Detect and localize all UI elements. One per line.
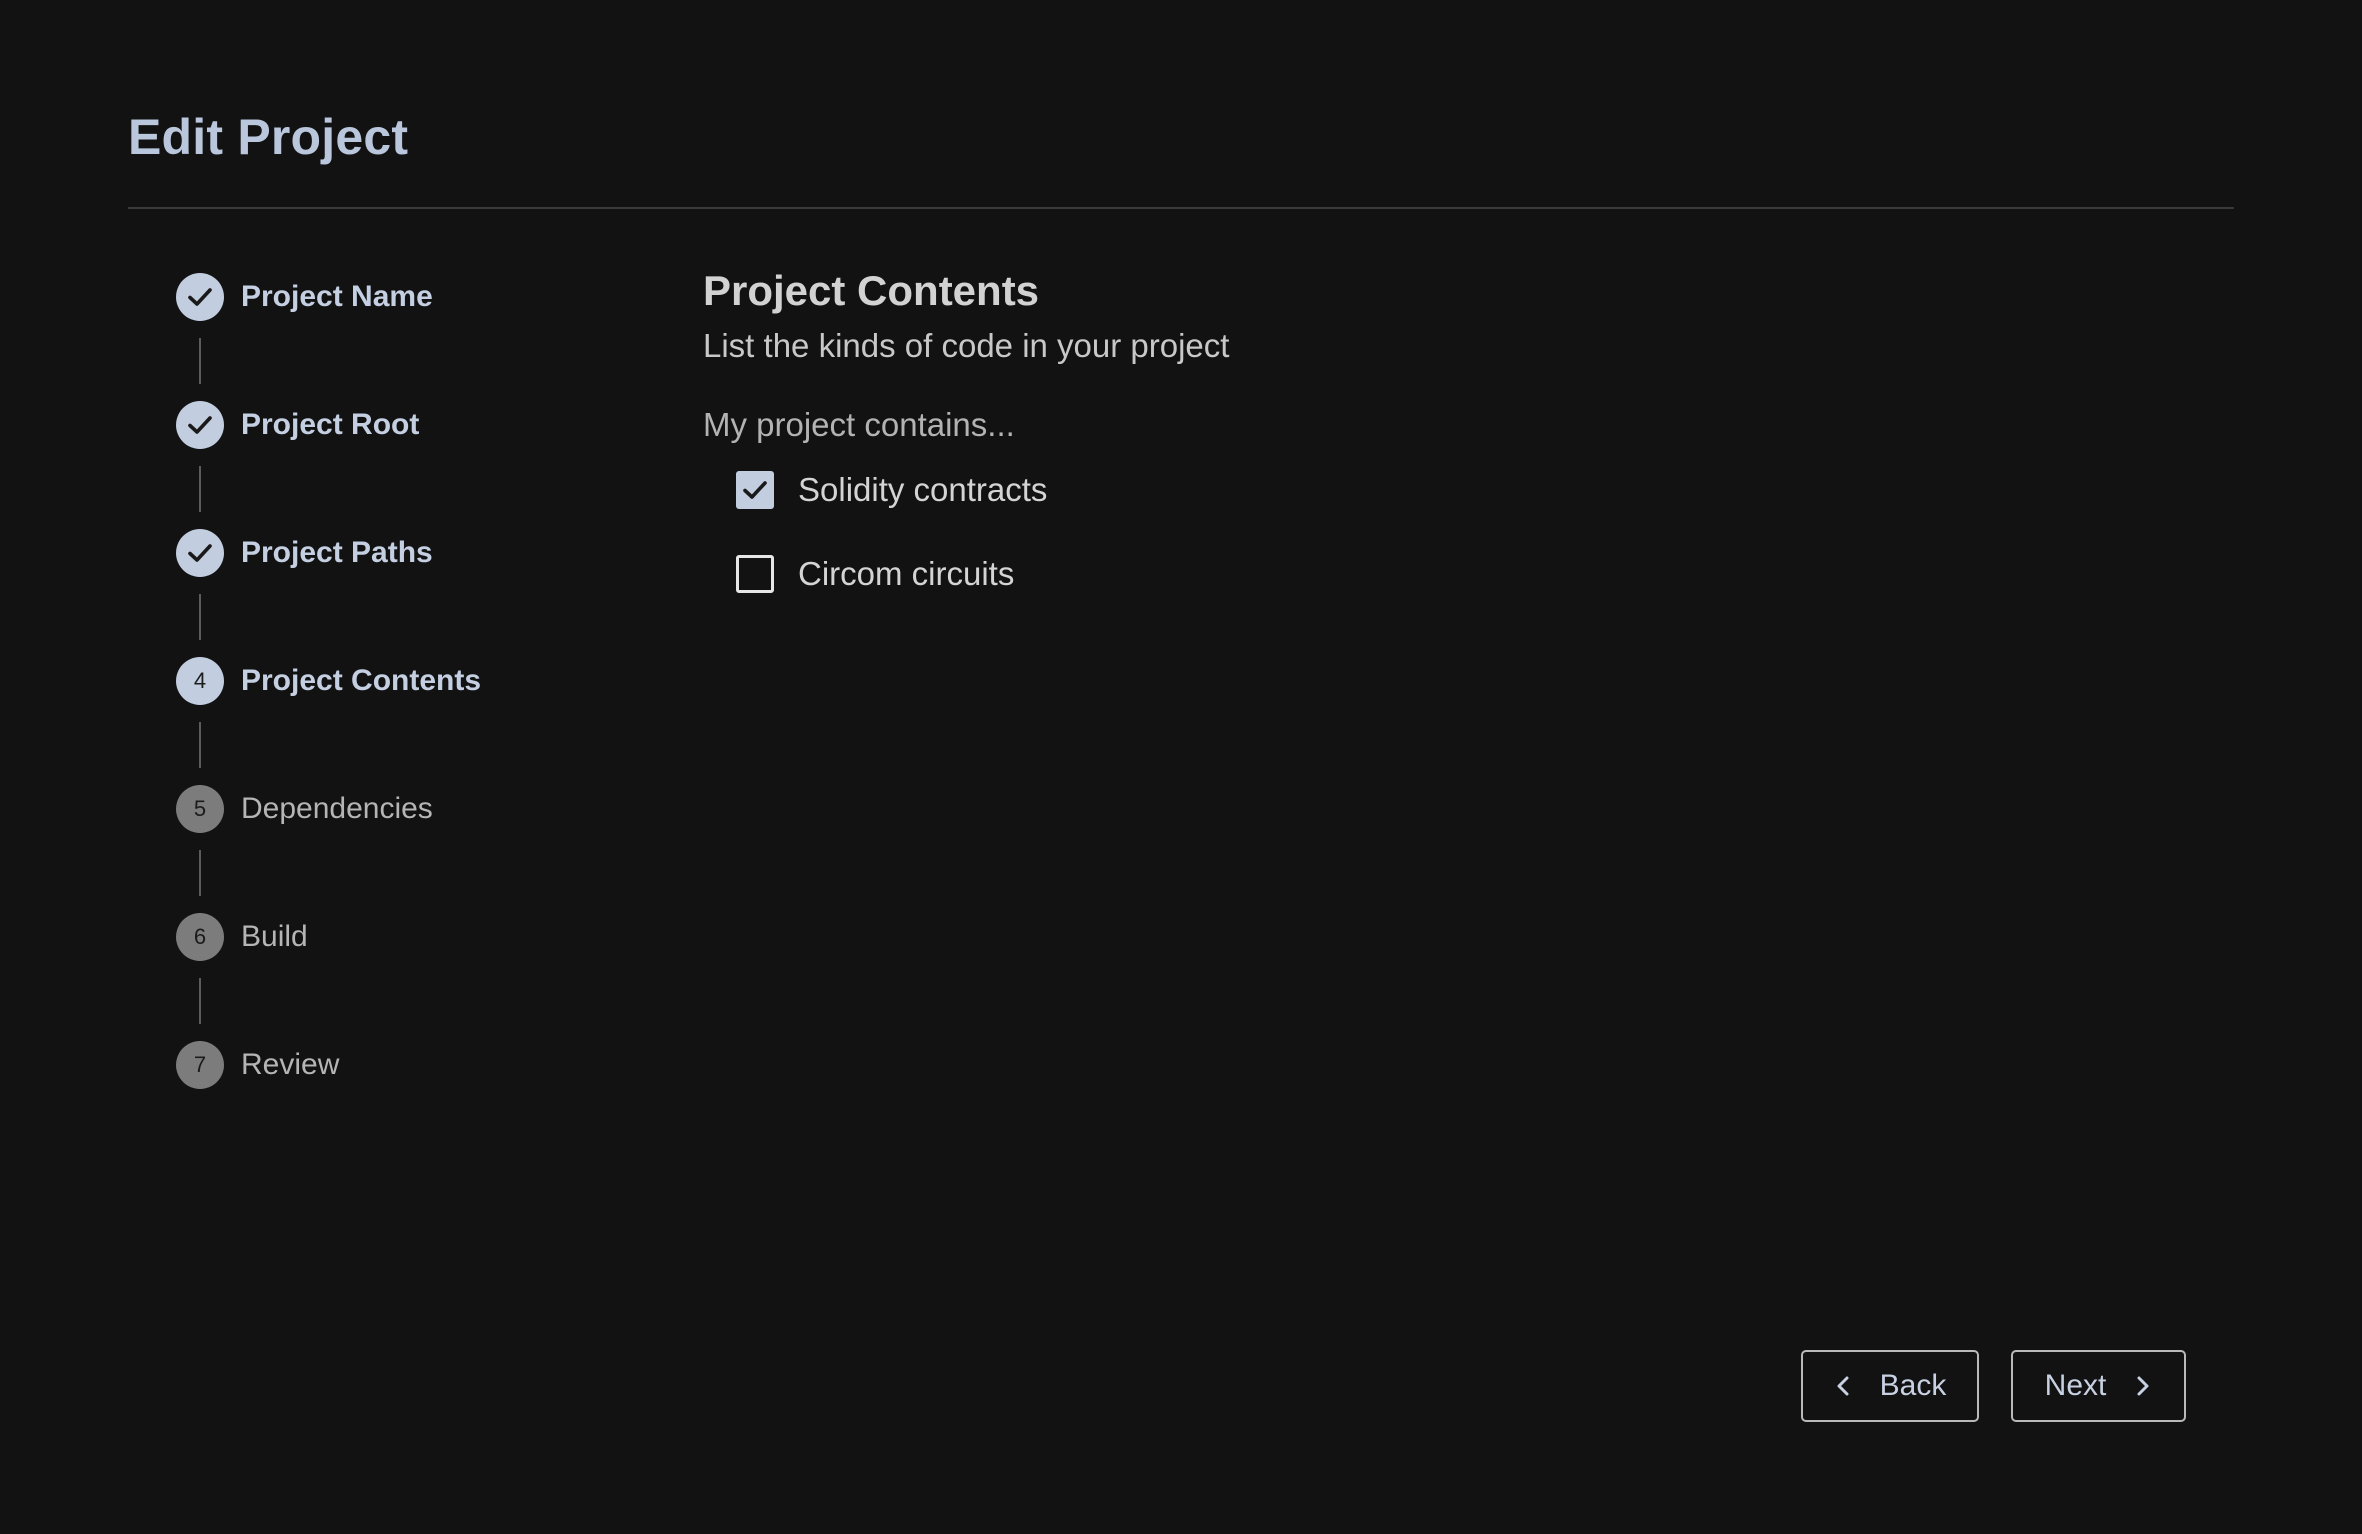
- page-title: Edit Project: [128, 109, 409, 165]
- step-review: 7 Review: [176, 1041, 339, 1089]
- back-button[interactable]: Back: [1801, 1350, 1979, 1422]
- step-number: 4: [176, 657, 224, 705]
- step-connector: [199, 594, 201, 640]
- step-number: 5: [176, 785, 224, 833]
- checkbox-label: Solidity contracts: [798, 471, 1048, 508]
- step-number: 6: [176, 913, 224, 961]
- step-dependencies: 5 Dependencies: [176, 785, 433, 833]
- back-button-label: Back: [1879, 1369, 1947, 1402]
- check-icon: [176, 401, 224, 449]
- solidity-contracts-checkbox[interactable]: [736, 471, 774, 509]
- check-icon: [743, 481, 767, 499]
- next-button[interactable]: Next: [2011, 1350, 2186, 1422]
- step-label: Project Paths: [241, 536, 433, 569]
- chevron-right-icon: [2132, 1374, 2152, 1398]
- step-label: Review: [241, 1048, 340, 1081]
- option-solidity-contracts[interactable]: Solidity contracts: [736, 468, 1047, 512]
- step-connector: [199, 466, 201, 512]
- check-icon: [176, 529, 224, 577]
- step-connector: [199, 722, 201, 768]
- step-project-name[interactable]: Project Name: [176, 273, 433, 321]
- step-project-root[interactable]: Project Root: [176, 401, 419, 449]
- step-connector: [199, 338, 201, 384]
- section-title: Project Contents: [703, 267, 1040, 314]
- step-connector: [199, 850, 201, 896]
- step-label: Dependencies: [241, 792, 433, 825]
- next-button-label: Next: [2044, 1369, 2107, 1402]
- step-build: 6 Build: [176, 913, 308, 961]
- step-project-contents[interactable]: 4 Project Contents: [176, 657, 481, 705]
- check-icon: [176, 273, 224, 321]
- chevron-left-icon: [1834, 1374, 1854, 1398]
- step-project-paths[interactable]: Project Paths: [176, 529, 433, 577]
- option-circom-circuits[interactable]: Circom circuits: [736, 552, 1014, 596]
- step-label: Project Name: [241, 280, 433, 313]
- step-label: Project Contents: [241, 664, 482, 697]
- section-subtitle: List the kinds of code in your project: [703, 327, 1230, 364]
- step-label: Project Root: [241, 408, 420, 441]
- step-connector: [199, 978, 201, 1024]
- checkbox-label: Circom circuits: [798, 555, 1015, 592]
- edit-project-page: Edit Project Project Name Project Root P…: [0, 0, 2362, 1534]
- circom-circuits-checkbox[interactable]: [736, 555, 774, 593]
- step-label: Build: [241, 920, 308, 953]
- contents-field-label: My project contains...: [703, 406, 1015, 443]
- header-divider: [128, 207, 2234, 209]
- step-number: 7: [176, 1041, 224, 1089]
